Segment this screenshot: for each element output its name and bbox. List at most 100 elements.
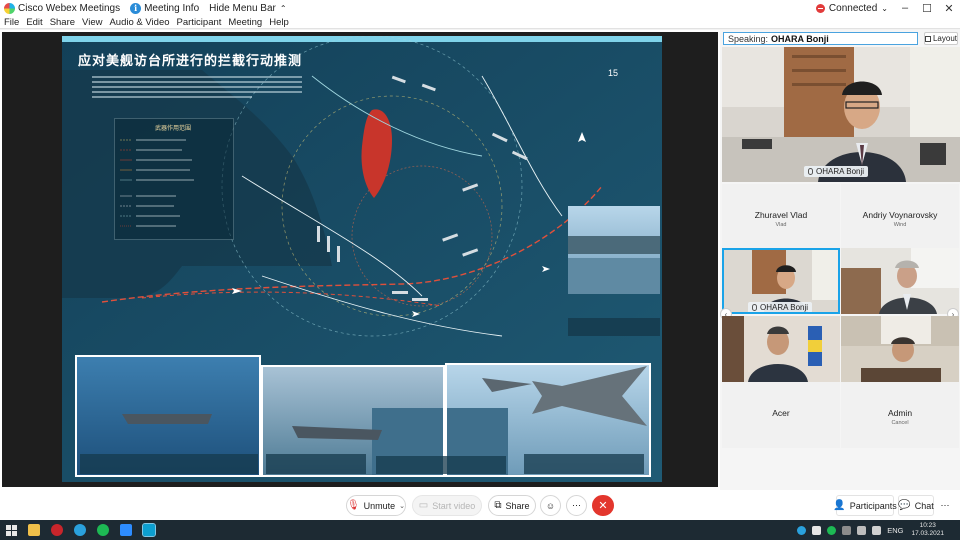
participant-tile[interactable] bbox=[841, 248, 959, 314]
meeting-info-label: Meeting Info bbox=[144, 2, 200, 14]
speaking-name: OHARA Bonji bbox=[771, 33, 829, 44]
menu-view[interactable]: View bbox=[82, 17, 102, 28]
panel-options-button[interactable]: ⋯ bbox=[936, 495, 954, 516]
telegram-icon[interactable] bbox=[74, 524, 86, 536]
menu-edit[interactable]: Edit bbox=[26, 17, 42, 28]
smiley-icon: ☺ bbox=[545, 500, 556, 511]
hide-menu-bar-button[interactable]: Hide Menu Bar ⌃ bbox=[209, 3, 286, 14]
more-dots-icon: ⋯ bbox=[940, 500, 950, 510]
participant-tile[interactable] bbox=[841, 316, 959, 382]
connection-status[interactable]: Connected bbox=[829, 3, 877, 14]
participant-video-frame bbox=[841, 248, 959, 314]
participant-tile[interactable]: Zhuravel Vlad Vlad bbox=[722, 184, 840, 250]
participant-tile[interactable] bbox=[722, 316, 840, 382]
menu-bar: File Edit Share View Audio & Video Parti… bbox=[0, 16, 960, 29]
info-icon: i bbox=[130, 2, 142, 14]
active-speaker-video[interactable]: OHARA Bonji bbox=[722, 47, 960, 182]
content-stage: 应对美舰访台所进行的拦截行动推测 15 武器作用范围 bbox=[0, 30, 720, 490]
participant-name: Acer bbox=[772, 408, 790, 418]
participant-tile[interactable]: Acer bbox=[722, 382, 840, 448]
opera-browser-icon[interactable] bbox=[51, 524, 63, 536]
participant-name: Andriy Voynarovsky bbox=[862, 210, 938, 220]
legend-title: 武器作用范围 bbox=[155, 126, 192, 132]
chevron-up-icon: ⌃ bbox=[279, 3, 287, 13]
menu-participant[interactable]: Participant bbox=[177, 17, 222, 28]
chat-label: Chat bbox=[914, 500, 934, 511]
chevron-down-icon[interactable]: ⌄ bbox=[881, 4, 888, 13]
menu-share[interactable]: Share bbox=[50, 17, 75, 28]
chat-button[interactable]: 💬 Chat bbox=[898, 495, 934, 516]
wifi-icon[interactable] bbox=[857, 525, 867, 535]
title-bar: Cisco Webex Meetings i Meeting Info Hide… bbox=[0, 0, 960, 16]
system-tray: ENG 10:23 17.03.2021 bbox=[791, 522, 960, 538]
active-speaker-bar: Speaking: OHARA Bonji bbox=[723, 32, 918, 45]
start-video-button[interactable]: ▭ Start video bbox=[412, 495, 482, 516]
shared-slide: 应对美舰访台所进行的拦截行动推测 15 武器作用范围 bbox=[62, 36, 662, 482]
zoom-icon[interactable] bbox=[120, 524, 132, 536]
more-dots-icon: ⋯ bbox=[572, 500, 581, 510]
tray-camera-icon[interactable] bbox=[812, 525, 822, 535]
meeting-info-button[interactable]: i Meeting Info bbox=[130, 2, 200, 14]
reactions-button[interactable]: ☺ bbox=[540, 495, 561, 516]
participant-tile-self[interactable]: OHARA Bonji bbox=[722, 248, 840, 314]
slide-legend: 武器作用范围 bbox=[114, 118, 234, 240]
hide-menu-bar-label: Hide Menu Bar bbox=[209, 2, 276, 14]
microphone-icon bbox=[752, 304, 757, 311]
maximize-button[interactable]: ☐ bbox=[916, 2, 938, 15]
speaker-name-chip: OHARA Bonji bbox=[804, 166, 869, 177]
spotify-icon[interactable] bbox=[97, 524, 109, 536]
share-screen-icon: ⧉ bbox=[494, 500, 502, 511]
webex-taskbar-icon[interactable] bbox=[142, 523, 156, 537]
system-clock[interactable]: 10:23 17.03.2021 bbox=[911, 522, 944, 538]
minimize-button[interactable]: – bbox=[894, 2, 916, 14]
menu-meeting[interactable]: Meeting bbox=[228, 17, 262, 28]
webex-logo-icon bbox=[4, 2, 15, 14]
clock-time: 10:23 bbox=[919, 522, 936, 529]
speaker-video-frame bbox=[722, 47, 960, 182]
share-button[interactable]: ⧉ Share bbox=[488, 495, 536, 516]
layout-icon bbox=[925, 35, 931, 42]
participant-name-chip: OHARA Bonji bbox=[748, 302, 813, 312]
menu-help[interactable]: Help bbox=[269, 17, 289, 28]
app-name: Cisco Webex Meetings bbox=[18, 2, 121, 14]
participants-button[interactable]: 👤 Participants bbox=[833, 495, 897, 516]
leave-meeting-button[interactable]: ✕ bbox=[592, 495, 614, 516]
participants-label: Participants bbox=[849, 500, 897, 511]
layout-label: Layout bbox=[932, 34, 957, 43]
slide-title: 应对美舰访台所进行的拦截行动推测 bbox=[78, 54, 303, 69]
start-video-label: Start video bbox=[432, 500, 476, 511]
clock-date: 17.03.2021 bbox=[911, 530, 944, 537]
battery-icon[interactable] bbox=[842, 525, 852, 535]
share-label: Share bbox=[505, 500, 530, 511]
person-icon: 👤 bbox=[833, 500, 846, 511]
slide-map-graphic bbox=[62, 36, 662, 482]
file-explorer-icon[interactable] bbox=[28, 524, 40, 536]
app-title: Cisco Webex Meetings bbox=[4, 2, 121, 14]
tray-telegram-icon[interactable] bbox=[797, 525, 807, 535]
volume-icon[interactable] bbox=[872, 525, 882, 535]
chevron-down-icon[interactable]: ⌄ bbox=[399, 502, 405, 510]
slide-page-number: 15 bbox=[608, 68, 619, 78]
participant-video-frame bbox=[841, 316, 959, 382]
connection-status-icon bbox=[815, 3, 825, 13]
speaking-label: Speaking: bbox=[728, 33, 769, 44]
close-window-button[interactable]: ✕ bbox=[938, 2, 960, 15]
close-icon: ✕ bbox=[598, 500, 608, 512]
menu-file[interactable]: File bbox=[4, 17, 19, 28]
participant-tile[interactable]: Admin Cancel bbox=[841, 382, 959, 448]
layout-button[interactable]: Layout bbox=[924, 32, 958, 45]
windows-start-icon[interactable] bbox=[6, 524, 17, 536]
participant-name: Zhuravel Vlad bbox=[754, 210, 808, 220]
speaker-name: OHARA Bonji bbox=[816, 167, 865, 176]
participant-tile[interactable]: Andriy Voynarovsky Wind bbox=[841, 184, 959, 250]
participant-subtitle: Cancel bbox=[891, 420, 909, 426]
more-options-button[interactable]: ⋯ bbox=[566, 495, 587, 516]
video-panel: Speaking: OHARA Bonji Layout OHARA Bonji… bbox=[720, 30, 960, 490]
input-language[interactable]: ENG bbox=[887, 526, 903, 535]
menu-audio-video[interactable]: Audio & Video bbox=[109, 17, 169, 28]
unmute-button[interactable]: 🎙 Unmute ⌄ bbox=[346, 495, 406, 516]
tray-spotify-icon[interactable] bbox=[827, 525, 837, 535]
video-camera-icon: ▭ bbox=[418, 500, 429, 511]
chat-bubble-icon: 💬 bbox=[898, 500, 911, 511]
windows-taskbar: ENG 10:23 17.03.2021 bbox=[0, 520, 960, 540]
